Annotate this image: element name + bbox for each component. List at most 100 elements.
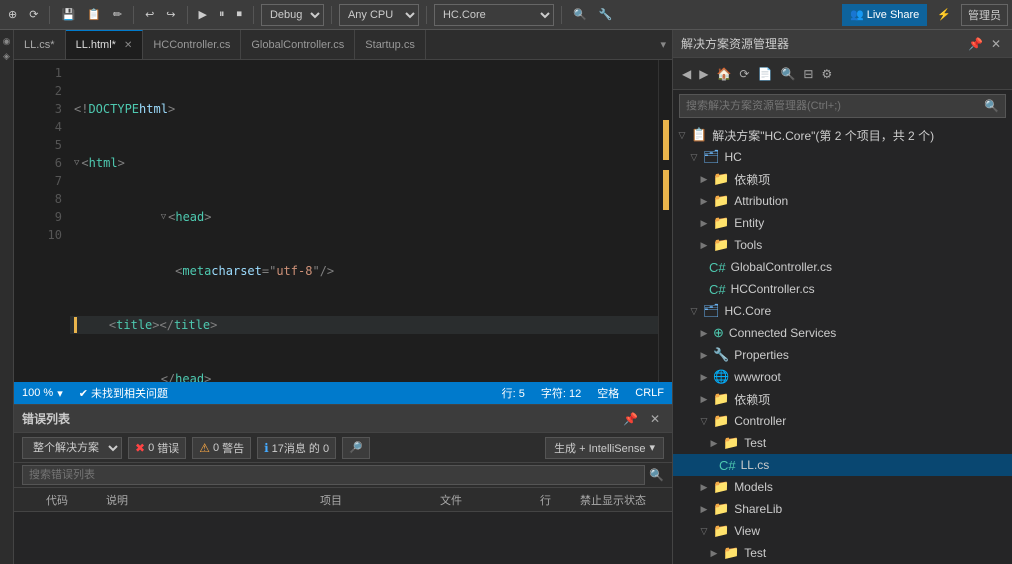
se-node-properties[interactable]: ▶ 🔧 Properties xyxy=(673,344,1012,366)
se-node-controller[interactable]: ▽ 📁 Controller xyxy=(673,410,1012,432)
se-expand-core-deps: ▶ xyxy=(699,394,709,405)
se-tb-btn-forward[interactable]: ▶ xyxy=(696,65,711,83)
build-intellisense-btn[interactable]: 生成 + IntelliSense ▾ xyxy=(545,437,664,459)
fold-btn-3[interactable]: ▽ xyxy=(161,208,166,226)
se-solution-root[interactable]: ▽ 📋 解决方案"HC.Core"(第 2 个项目，共 2 个) xyxy=(673,124,1012,146)
project-dropdown[interactable]: HC.Core xyxy=(434,4,554,26)
se-node-core-deps[interactable]: ▶ 📁 依赖项 xyxy=(673,388,1012,410)
error-panel-title: 错误列表 xyxy=(22,410,70,427)
se-node-models[interactable]: ▶ 📁 Models xyxy=(673,476,1012,498)
se-node-connected-services[interactable]: ▶ ⊕ Connected Services xyxy=(673,322,1012,344)
toolbar-btn-tools[interactable]: 🔧 xyxy=(595,6,617,23)
left-gutter: ◉ ◈ xyxy=(0,30,14,564)
se-search-input[interactable] xyxy=(686,100,980,112)
se-node-tools[interactable]: ▶ 📁 Tools xyxy=(673,234,1012,256)
se-node-test1[interactable]: ▶ 📁 Test xyxy=(673,432,1012,454)
tab-hccontroller[interactable]: HCController.cs xyxy=(143,30,241,60)
se-expand-test2: ▶ xyxy=(709,548,719,559)
se-tb-btn-settings[interactable]: ⚙ xyxy=(818,65,835,83)
encoding-label: CRLF xyxy=(635,387,664,399)
error-table-header: 代码 说明 项目 文件 行 禁止显示状态 xyxy=(14,488,672,512)
error-scope-dropdown[interactable]: 整个解决方案 xyxy=(22,437,122,459)
tab-overflow-btn[interactable]: ▾ xyxy=(654,38,672,51)
error-col-suppress[interactable]: 禁止显示状态 xyxy=(572,492,672,508)
se-node-test2[interactable]: ▶ 📁 Test xyxy=(673,542,1012,564)
se-tb-btn-filter[interactable]: 🔍 xyxy=(777,65,798,83)
toolbar-btn-share[interactable]: ⚡ xyxy=(933,6,955,23)
cpu-dropdown[interactable]: Any CPU xyxy=(339,4,419,26)
se-node-hc[interactable]: ▽ 🗂 HC xyxy=(673,146,1012,168)
manager-button[interactable]: 管理员 xyxy=(961,4,1008,26)
se-node-sharelib[interactable]: ▶ 📁 ShareLib xyxy=(673,498,1012,520)
se-node-globalcontroller[interactable]: C# GlobalController.cs xyxy=(673,256,1012,278)
toolbar-btn-stop[interactable]: ⏹ xyxy=(232,6,246,23)
tab-close-ll-html[interactable]: ✕ xyxy=(124,40,132,51)
solution-label: 解决方案"HC.Core"(第 2 个项目，共 2 个) xyxy=(712,127,934,144)
se-toolbar: ◀ ▶ 🏠 ⟳ 📄 🔍 ⊟ ⚙ xyxy=(673,58,1012,90)
controller-label: Controller xyxy=(734,414,786,428)
se-expand-entity: ▶ xyxy=(699,218,709,229)
gutter-icon-2: ◈ xyxy=(3,51,10,62)
error-panel-close-btn[interactable]: ✕ xyxy=(646,410,664,428)
se-expand-tools: ▶ xyxy=(699,240,709,251)
toolbar: ⊕ ⟳ 💾 📋 ✏ ↩ ↪ ▶ ⏸ ⏹ Debug Any CPU HC.Cor… xyxy=(0,0,1012,30)
tab-startup[interactable]: Startup.cs xyxy=(355,30,426,60)
se-btn-pin[interactable]: 📌 xyxy=(965,35,986,53)
error-col-project[interactable]: 项目 xyxy=(312,492,432,508)
debug-dropdown[interactable]: Debug xyxy=(261,4,324,26)
fold-btn-2[interactable]: ▽ xyxy=(74,154,79,172)
warn-count-badge: ⚠ 0 警告 xyxy=(192,437,251,459)
se-btn-close[interactable]: ✕ xyxy=(988,35,1004,53)
se-node-hccore[interactable]: ▽ 🗂 HC.Core xyxy=(673,300,1012,322)
sharelib-icon: 📁 xyxy=(713,501,729,517)
tab-ll-html[interactable]: LL.html* ✕ xyxy=(66,30,144,60)
toolbar-btn-refresh[interactable]: ⟳ xyxy=(25,6,42,23)
warn-label: 警告 xyxy=(222,440,244,456)
se-node-attribution[interactable]: ▶ 📁 Attribution xyxy=(673,190,1012,212)
se-node-hc-deps[interactable]: ▶ 📁 依赖项 xyxy=(673,168,1012,190)
error-panel-pin-btn[interactable]: 📌 xyxy=(619,410,642,428)
error-col-line[interactable]: 行 xyxy=(532,492,572,508)
error-search-bar: 🔍 xyxy=(14,463,672,488)
code-content[interactable]: <!DOCTYPE html> ▽<html> ▽<head> <meta ch… xyxy=(70,60,658,382)
error-col-desc[interactable]: 说明 xyxy=(98,492,312,508)
toolbar-btn-pause[interactable]: ⏸ xyxy=(215,6,229,23)
col-indicator: 字符: 12 xyxy=(541,385,581,401)
se-expand-test1: ▶ xyxy=(709,438,719,449)
toolbar-btn-save[interactable]: 💾 xyxy=(57,6,79,23)
status-col: 字符: 12 xyxy=(541,385,581,401)
live-share-button[interactable]: 👥 Live Share xyxy=(842,4,927,26)
toolbar-btn-undo[interactable]: ↩ xyxy=(141,6,158,23)
info-count-badge: ℹ 17消息 的 0 xyxy=(257,437,336,459)
tab-globalcontroller[interactable]: GlobalController.cs xyxy=(241,30,355,60)
toolbar-sep-7 xyxy=(561,6,562,24)
se-node-wwwroot[interactable]: ▶ 🌐 wwwroot xyxy=(673,366,1012,388)
se-node-entity[interactable]: ▶ 📁 Entity xyxy=(673,212,1012,234)
globalcontroller-label: GlobalController.cs xyxy=(731,260,832,274)
error-col-code-label: 代码 xyxy=(46,492,68,508)
se-tb-btn-refresh[interactable]: ⟳ xyxy=(736,65,752,83)
se-expand-wwwroot: ▶ xyxy=(699,372,709,383)
error-col-code[interactable]: 代码 xyxy=(38,492,98,508)
se-node-ll-cs[interactable]: C# LL.cs xyxy=(673,454,1012,476)
tab-ll-cs[interactable]: LL.cs* xyxy=(14,30,66,60)
toolbar-btn-start[interactable]: ⊕ xyxy=(4,6,21,23)
status-zoom[interactable]: 100 % ▾ xyxy=(22,387,63,400)
tab-label-ll-html: LL.html* xyxy=(76,39,116,51)
toolbar-right: 👥 Live Share ⚡ 管理员 xyxy=(842,4,1008,26)
se-tb-btn-showfiles[interactable]: 📄 xyxy=(754,65,775,83)
toolbar-btn-run[interactable]: ▶ xyxy=(195,6,211,23)
error-search-input[interactable] xyxy=(22,465,645,485)
error-col-file[interactable]: 文件 xyxy=(432,492,532,508)
toolbar-btn-pin[interactable]: ✏ xyxy=(109,6,126,23)
toolbar-btn-saveall[interactable]: 📋 xyxy=(83,6,105,23)
se-tb-btn-back[interactable]: ◀ xyxy=(679,65,694,83)
toolbar-btn-redo[interactable]: ↪ xyxy=(162,6,179,23)
se-tb-btn-home[interactable]: 🏠 xyxy=(713,65,734,83)
spaces-label: 空格 xyxy=(597,385,619,401)
toolbar-btn-search[interactable]: 🔍 xyxy=(569,6,591,23)
se-node-hccontroller[interactable]: C# HCController.cs xyxy=(673,278,1012,300)
se-node-view[interactable]: ▽ 📁 View xyxy=(673,520,1012,542)
se-tb-btn-collapse[interactable]: ⊟ xyxy=(800,65,816,83)
se-header-btns: 📌 ✕ xyxy=(965,35,1004,53)
